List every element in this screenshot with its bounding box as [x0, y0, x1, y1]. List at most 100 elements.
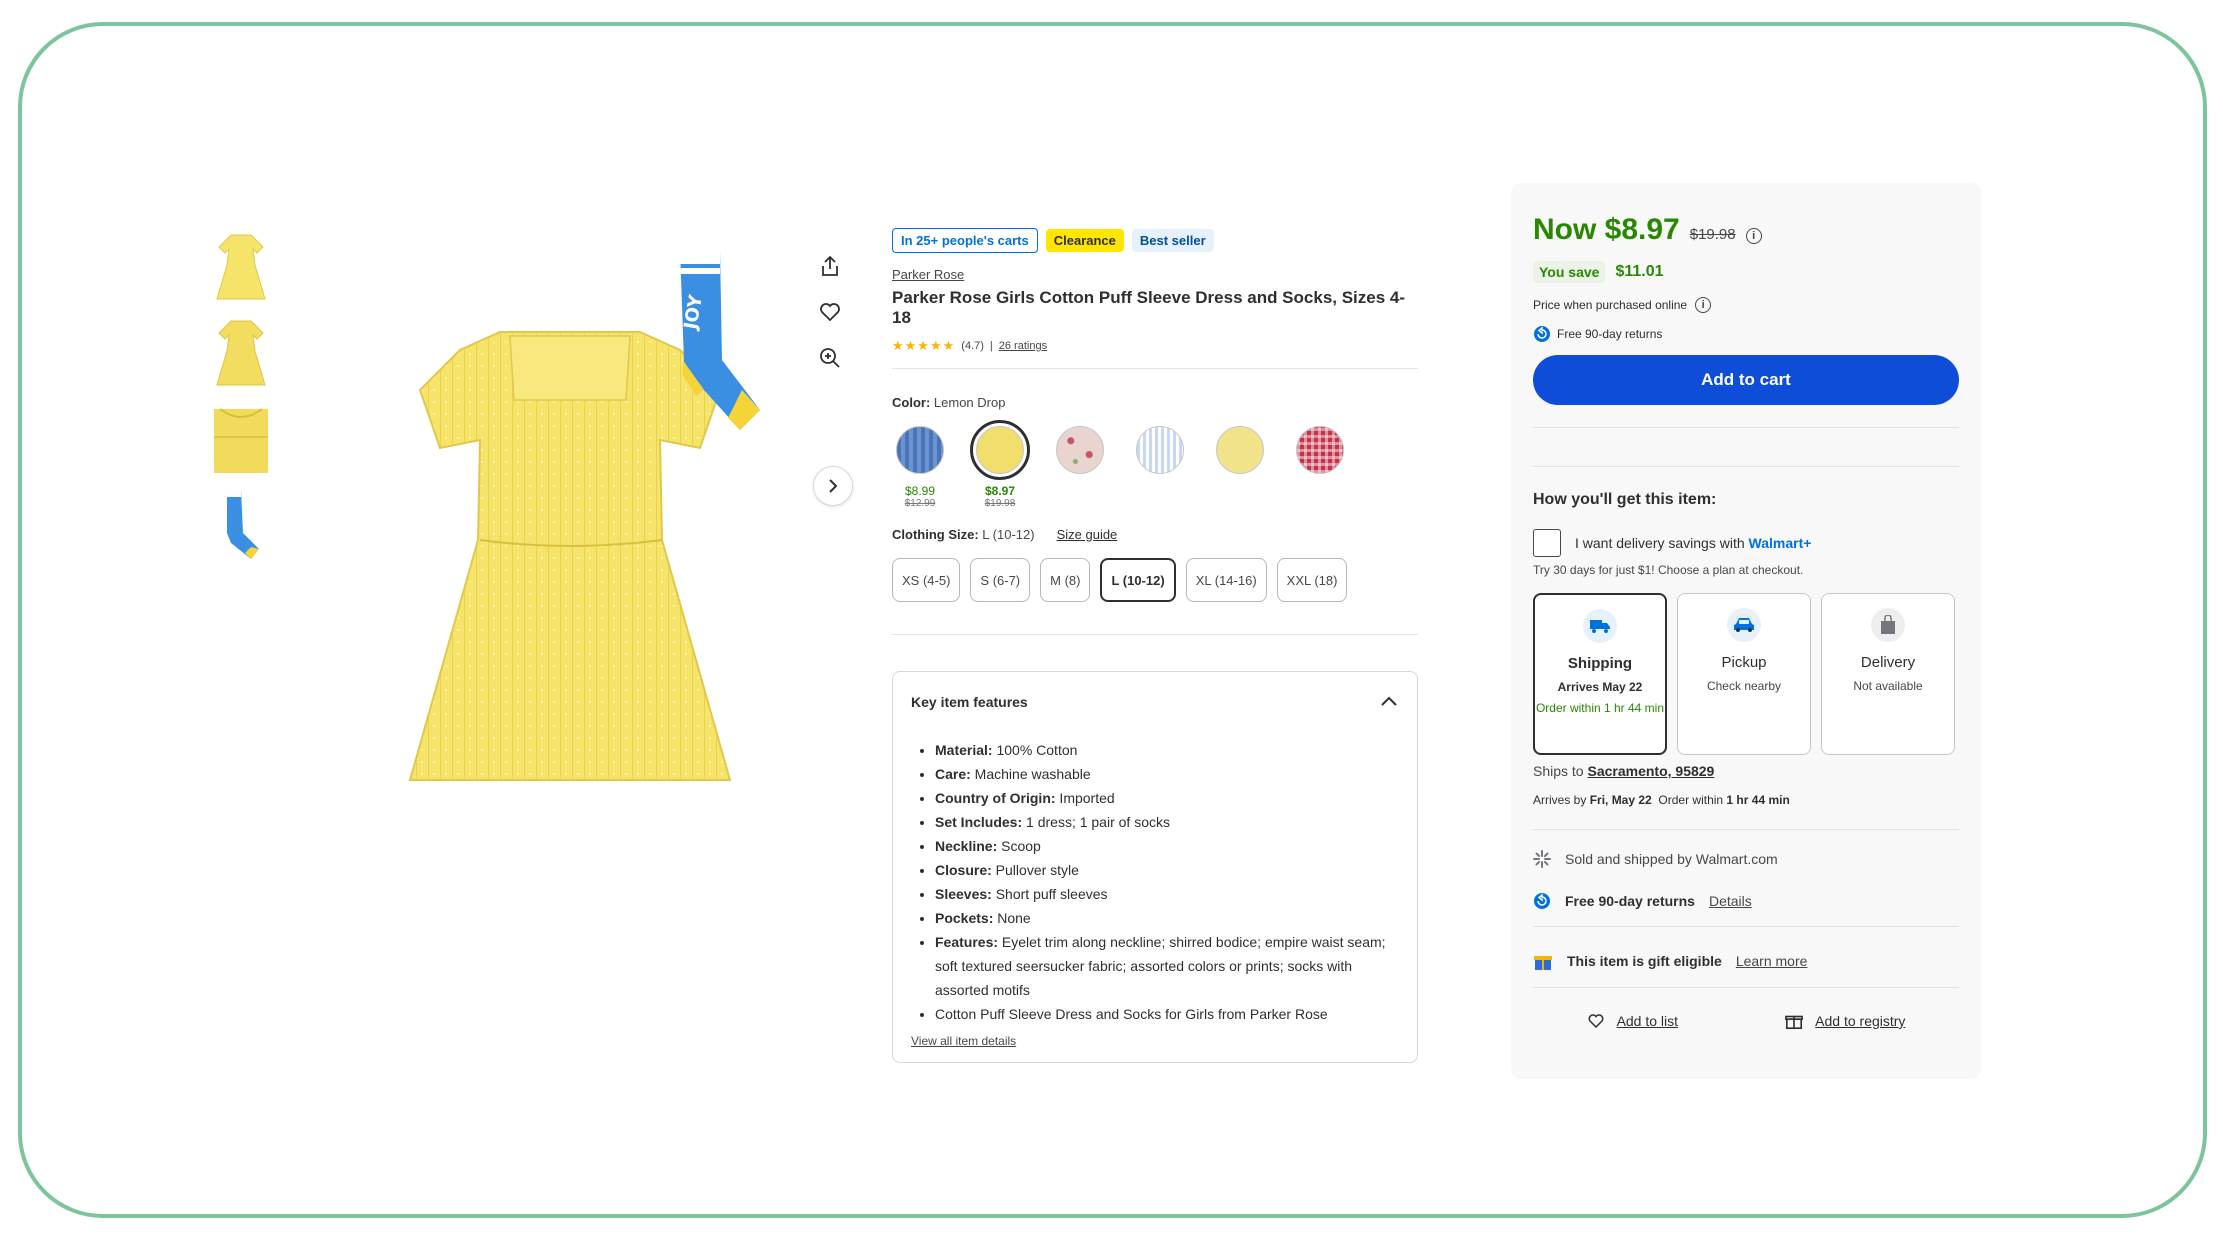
brand-link[interactable]: Parker Rose [892, 267, 1418, 282]
image-actions [812, 248, 852, 386]
walmart-plus-checkbox[interactable] [1533, 529, 1561, 557]
truck-icon [1583, 609, 1617, 643]
product-info: In 25+ people's carts Clearance Best sel… [892, 228, 1418, 1063]
shipping-label: Shipping [1567, 655, 1633, 672]
size-option[interactable]: XL (14-16) [1185, 558, 1267, 602]
heart-icon[interactable] [812, 294, 848, 330]
swatch-circle [1296, 426, 1344, 474]
size-option[interactable]: L (10-12) [1100, 558, 1176, 602]
feature-text: 1 dress; 1 pair of socks [1022, 814, 1170, 830]
key-features-heading: Key item features [911, 694, 1028, 710]
bestseller-badge: Best seller [1131, 229, 1214, 252]
gift-icon [1534, 956, 1552, 970]
next-image-button[interactable] [813, 466, 853, 506]
learn-more-link[interactable]: Learn more [1736, 953, 1808, 969]
wplus-text: I want delivery savings with [1575, 535, 1745, 551]
key-features-panel: Key item features Material: 100% CottonC… [892, 671, 1418, 1063]
feature-label: Set Includes: [935, 814, 1023, 830]
size-option[interactable]: S (6-7) [970, 558, 1031, 602]
pickup-option[interactable]: Pickup Check nearby [1677, 593, 1811, 755]
free-returns-text: Free 90-day returns [1565, 893, 1695, 909]
add-to-registry-button[interactable]: Add to registry [1785, 1012, 1905, 1030]
feature-label: Closure: [935, 862, 992, 878]
price-row: Now $8.97 $19.98 i [1533, 213, 1959, 247]
info-icon[interactable]: i [1745, 228, 1762, 244]
feature-label: Country of Origin: [935, 790, 1056, 806]
info-icon[interactable]: i [1695, 297, 1712, 313]
gift-eligible-text: This item is gift eligible [1567, 953, 1722, 969]
divider [1533, 926, 1959, 927]
delivery-label: Delivery [1860, 654, 1916, 671]
color-swatch[interactable] [1052, 426, 1108, 509]
swatch-circle [1056, 426, 1104, 474]
ratings-link[interactable]: 26 ratings [999, 340, 1047, 352]
spark-icon [1533, 850, 1551, 868]
carts-badge: In 25+ people's carts [892, 228, 1038, 253]
color-swatch[interactable] [1132, 426, 1188, 509]
thumbnail-dress-front[interactable] [208, 228, 274, 306]
chevron-right-icon [829, 479, 838, 493]
thumbnail-socks[interactable] [208, 486, 274, 564]
key-features-header[interactable]: Key item features [911, 692, 1399, 712]
was-price: $19.98 [1689, 226, 1736, 243]
feature-label: Sleeves: [935, 886, 992, 902]
returns-details-link[interactable]: Details [1709, 893, 1752, 909]
main-product-image[interactable]: JOY [380, 240, 780, 800]
size-option[interactable]: M (8) [1040, 558, 1091, 602]
swatch-circle [970, 420, 1030, 480]
list-registry-row: Add to list Add to registry [1533, 1012, 1959, 1030]
add-to-list-label: Add to list [1616, 1013, 1679, 1029]
color-swatch[interactable]: $8.97 $19.98 [970, 420, 1030, 509]
you-save-label: You save [1533, 261, 1606, 283]
fulfillment-options: Shipping Arrives May 22 Order within 1 h… [1533, 593, 1959, 755]
add-to-cart-button[interactable]: Add to cart [1533, 355, 1959, 405]
feature-text: None [993, 910, 1031, 926]
feature-item: Neckline: Scoop [935, 834, 1399, 858]
feature-item: Cotton Puff Sleeve Dress and Socks for G… [935, 1002, 1399, 1026]
gift-icon [1785, 1015, 1804, 1030]
arrives-prefix: Arrives by [1533, 793, 1587, 807]
feature-item: Country of Origin: Imported [935, 786, 1399, 810]
walmart-plus-logo: Walmart+ [1748, 535, 1812, 551]
chevron-up-icon[interactable] [1379, 692, 1399, 712]
fulfillment-heading: How you'll get this item: [1533, 491, 1717, 508]
color-swatch[interactable] [1292, 426, 1348, 509]
size-options: XS (4-5) S (6-7) M (8) L (10-12) XL (14-16) X… [892, 558, 1418, 602]
thumbnail-dress-alt[interactable] [208, 314, 274, 392]
sold-by-row: Sold and shipped by Walmart.com [1533, 850, 1959, 868]
add-to-list-button[interactable]: Add to list [1587, 1012, 1678, 1030]
free-returns-row: Free 90-day returns Details [1533, 892, 1959, 910]
delivery-option[interactable]: Delivery Not available [1821, 593, 1955, 755]
zoom-icon[interactable] [812, 340, 848, 376]
feature-label: Care: [935, 766, 971, 782]
thumbnail-dress-detail[interactable] [208, 400, 274, 478]
divider [892, 368, 1418, 369]
color-swatch[interactable] [1212, 426, 1268, 509]
shipping-order-window: Order within 1 hr 44 min [1535, 701, 1665, 715]
size-guide-link[interactable]: Size guide [1057, 527, 1118, 542]
arrival-row: Arrives by Fri, May 22 Order within 1 hr… [1533, 793, 1959, 807]
size-option[interactable]: XXL (18) [1276, 558, 1348, 602]
view-all-details-link[interactable]: View all item details [911, 1034, 1399, 1048]
divider [1533, 987, 1959, 988]
walmart-plus-row: I want delivery savings with Walmart+ [1533, 529, 1959, 557]
shipping-option[interactable]: Shipping Arrives May 22 Order within 1 h… [1533, 593, 1667, 755]
swatch-circle [1136, 426, 1184, 474]
walmart-plus-subtext: Try 30 days for just $1! Choose a plan a… [1533, 563, 1804, 577]
online-price-note: Price when purchased online i [1533, 297, 1959, 313]
ships-to-location-link[interactable]: Sacramento, 95829 [1587, 763, 1714, 779]
savings-row: You save $11.01 [1533, 261, 1959, 283]
save-amount: $11.01 [1615, 263, 1664, 280]
color-swatch[interactable]: $8.99 $12.99 [892, 426, 948, 509]
rating-row: ★★★★★ (4.7) | 26 ratings [892, 338, 1418, 354]
arrives-order-within: Order within [1658, 793, 1724, 807]
feature-label: Material: [935, 742, 993, 758]
divider [1533, 427, 1959, 428]
star-rating-icon: ★★★★★ [892, 338, 956, 353]
size-option[interactable]: XS (4-5) [892, 558, 961, 602]
size-label-row: Clothing Size: L (10-12) Size guide [892, 527, 1418, 542]
divider [1533, 466, 1959, 467]
online-note-text: Price when purchased online [1533, 298, 1688, 312]
share-icon[interactable] [812, 248, 848, 284]
divider [1533, 829, 1959, 830]
